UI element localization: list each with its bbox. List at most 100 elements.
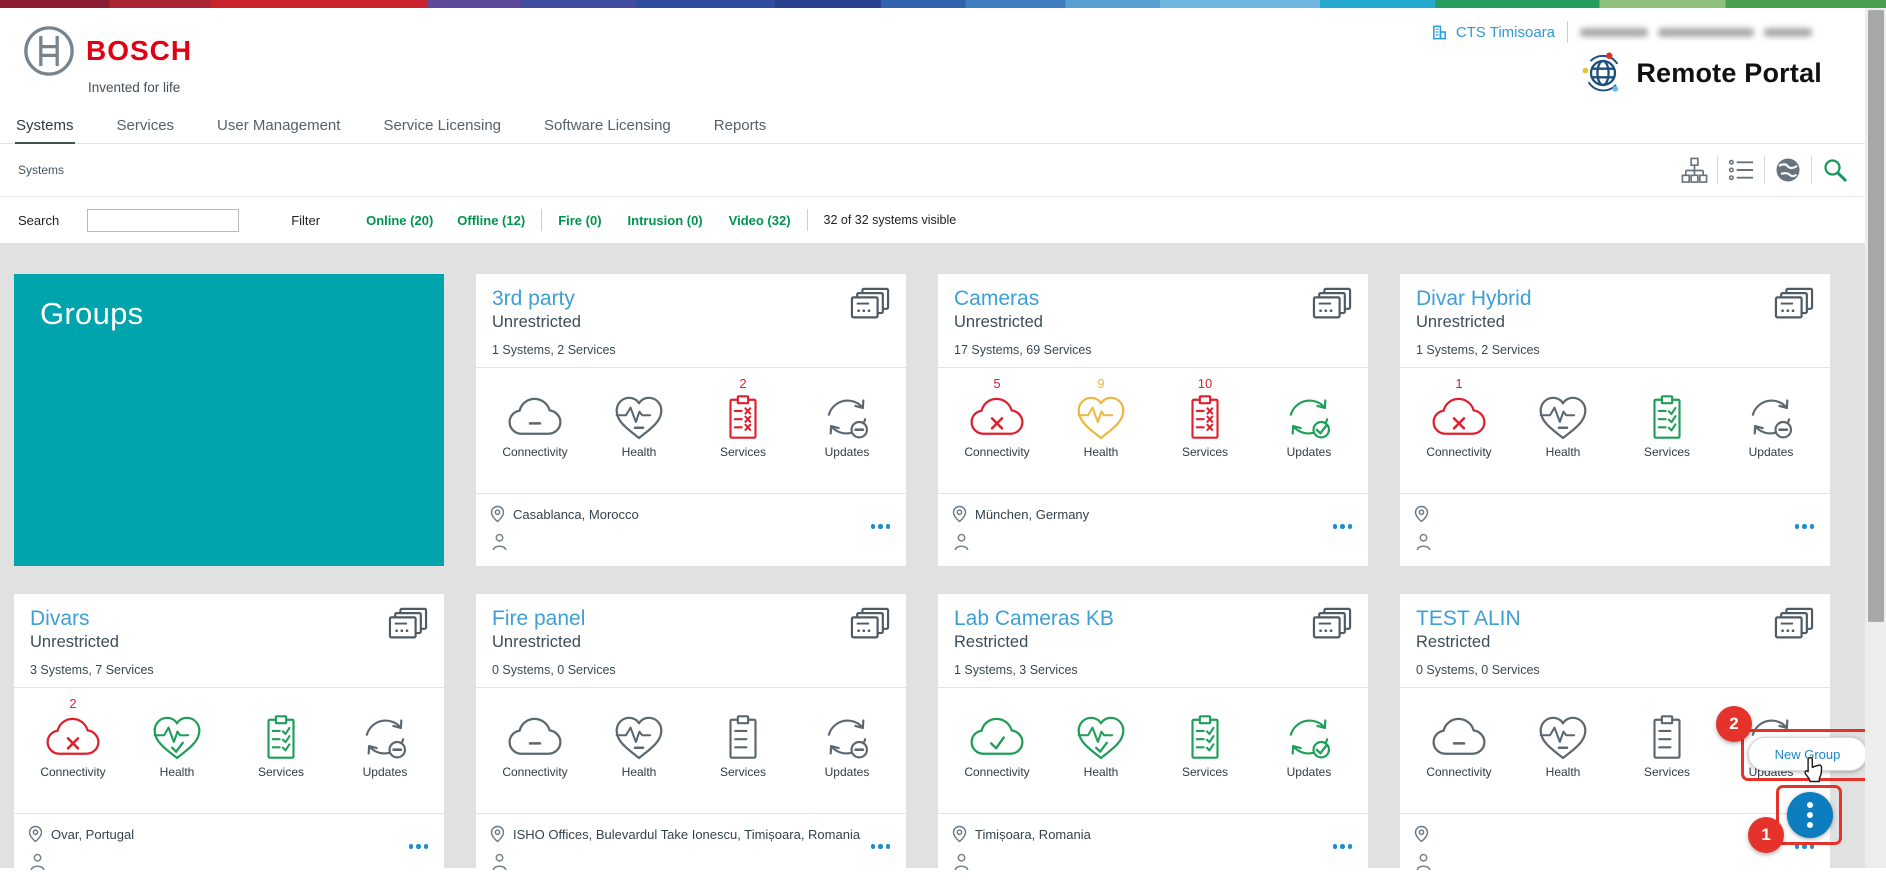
- card-metrics-row: 2 Connectivity Health Services U: [14, 687, 444, 814]
- more-options-button[interactable]: [1795, 524, 1815, 529]
- account-separator: [1567, 21, 1568, 43]
- metric-updates: Updates: [346, 696, 424, 813]
- search-input[interactable]: [87, 209, 239, 232]
- group-counts: 3 Systems, 7 Services: [30, 663, 430, 677]
- filter-video[interactable]: Video (32): [729, 213, 791, 228]
- group-card[interactable]: Divar Hybrid Unrestricted 1 Systems, 2 S…: [1400, 274, 1830, 566]
- group-access-level: Restricted: [954, 633, 1354, 652]
- tab-user-management[interactable]: User Management: [217, 108, 340, 143]
- metric-label: Services: [1628, 445, 1706, 459]
- filter-online[interactable]: Online (20): [366, 213, 433, 228]
- group-card[interactable]: 3rd party Unrestricted 1 Systems, 2 Serv…: [476, 274, 906, 566]
- hierarchy-view-button[interactable]: [1671, 157, 1717, 184]
- more-options-button[interactable]: [871, 844, 891, 849]
- main-nav-tabs: Systems Services User Management Service Li…: [0, 108, 1886, 144]
- group-card[interactable]: Cameras Unrestricted 17 Systems, 69 Serv…: [938, 274, 1368, 566]
- person-icon: [491, 853, 508, 871]
- filter-offline[interactable]: Offline (12): [457, 213, 525, 228]
- group-title-link[interactable]: Cameras: [954, 287, 1354, 311]
- filter-intrusion[interactable]: Intrusion (0): [628, 213, 703, 228]
- card-header: Cameras Unrestricted 17 Systems, 69 Serv…: [938, 274, 1368, 367]
- metric-updates: Updates: [1732, 376, 1810, 493]
- group-card[interactable]: Fire panel Unrestricted 0 Systems, 0 Ser…: [476, 594, 906, 886]
- person-icon: [953, 853, 970, 871]
- group-access-level: Restricted: [1416, 633, 1816, 652]
- metric-health: 9 Health: [1062, 376, 1140, 493]
- more-options-button[interactable]: [409, 844, 429, 849]
- group-stack-icon: [1772, 286, 1816, 324]
- group-title-link[interactable]: Divars: [30, 607, 430, 631]
- group-title-link[interactable]: TEST ALIN: [1416, 607, 1816, 631]
- group-location: Ovar, Portugal: [51, 827, 134, 842]
- tab-service-licensing[interactable]: Service Licensing: [383, 108, 501, 143]
- group-counts: 1 Systems, 2 Services: [492, 343, 892, 357]
- card-header: Divar Hybrid Unrestricted 1 Systems, 2 S…: [1400, 274, 1830, 367]
- systems-toolbar: Systems: [0, 144, 1886, 197]
- group-title-link[interactable]: 3rd party: [492, 287, 892, 311]
- scrollbar-track[interactable]: [1865, 8, 1886, 868]
- group-location: München, Germany: [975, 507, 1089, 522]
- group-title-link[interactable]: Fire panel: [492, 607, 892, 631]
- group-stack-icon: [848, 286, 892, 324]
- group-title-link[interactable]: Lab Cameras KB: [954, 607, 1354, 631]
- card-header: 3rd party Unrestricted 1 Systems, 2 Serv…: [476, 274, 906, 367]
- tab-software-licensing[interactable]: Software Licensing: [544, 108, 671, 143]
- metric-badge: [496, 696, 574, 712]
- search-button[interactable]: [1812, 157, 1858, 183]
- account-name-link[interactable]: CTS Timisoara: [1456, 24, 1555, 41]
- tab-services[interactable]: Services: [117, 108, 175, 143]
- metric-label: Updates: [808, 765, 886, 779]
- annotation-step-2-badge: 2: [1716, 706, 1752, 742]
- group-title-link[interactable]: Divar Hybrid: [1416, 287, 1816, 311]
- group-counts: 0 Systems, 0 Services: [492, 663, 892, 677]
- location-pin-icon: [490, 505, 505, 523]
- group-counts: 0 Systems, 0 Services: [1416, 663, 1816, 677]
- metric-label: Health: [138, 765, 216, 779]
- metric-label: Connectivity: [958, 765, 1036, 779]
- filter-fire[interactable]: Fire (0): [558, 213, 601, 228]
- metric-health: Health: [1524, 696, 1602, 813]
- status-filter-group: Online (20) Offline (12): [366, 213, 525, 228]
- metric-label: Updates: [1732, 445, 1810, 459]
- card-metrics-row: Connectivity Health Services Updates: [938, 687, 1368, 814]
- metric-connectivity: 1 Connectivity: [1420, 376, 1498, 493]
- group-access-level: Unrestricted: [492, 633, 892, 652]
- metric-badge: [958, 696, 1036, 712]
- location-pin-icon: [490, 825, 505, 843]
- metric-updates: Updates: [1270, 376, 1348, 493]
- metric-health: Health: [600, 696, 678, 813]
- redacted-user-email: [1580, 22, 1812, 42]
- tab-reports[interactable]: Reports: [714, 108, 767, 143]
- hand-cursor-icon: [1802, 756, 1824, 788]
- fab-more-actions-button[interactable]: [1787, 792, 1833, 838]
- metric-badge: [1524, 376, 1602, 392]
- scrollbar-thumb[interactable]: [1868, 10, 1884, 622]
- metric-connectivity: Connectivity: [1420, 696, 1498, 813]
- metric-badge: [1420, 696, 1498, 712]
- map-view-button[interactable]: [1765, 157, 1811, 183]
- metric-label: Health: [600, 765, 678, 779]
- more-options-button[interactable]: [1333, 524, 1353, 529]
- group-card[interactable]: Lab Cameras KB Restricted 1 Systems, 3 S…: [938, 594, 1368, 886]
- metric-label: Services: [1166, 445, 1244, 459]
- person-icon: [1415, 853, 1432, 871]
- metric-label: Connectivity: [496, 445, 574, 459]
- metric-badge: 5: [958, 376, 1036, 392]
- metric-badge: [808, 376, 886, 392]
- bosch-wordmark: BOSCH: [86, 35, 192, 67]
- metric-services: Services: [1628, 376, 1706, 493]
- group-stack-icon: [1310, 606, 1354, 644]
- group-counts: 1 Systems, 3 Services: [954, 663, 1354, 677]
- metric-label: Connectivity: [1420, 445, 1498, 459]
- metric-label: Connectivity: [34, 765, 112, 779]
- metric-connectivity: 5 Connectivity: [958, 376, 1036, 493]
- remote-portal-brand: Remote Portal: [1580, 50, 1822, 96]
- metric-badge: [1732, 376, 1810, 392]
- list-view-button[interactable]: [1718, 158, 1764, 182]
- tab-systems[interactable]: Systems: [16, 108, 74, 143]
- metric-badge: 2: [704, 376, 782, 392]
- group-card[interactable]: Divars Unrestricted 3 Systems, 7 Service…: [14, 594, 444, 886]
- more-options-button[interactable]: [871, 524, 891, 529]
- more-options-button[interactable]: [1333, 844, 1353, 849]
- metric-badge: 1: [1420, 376, 1498, 392]
